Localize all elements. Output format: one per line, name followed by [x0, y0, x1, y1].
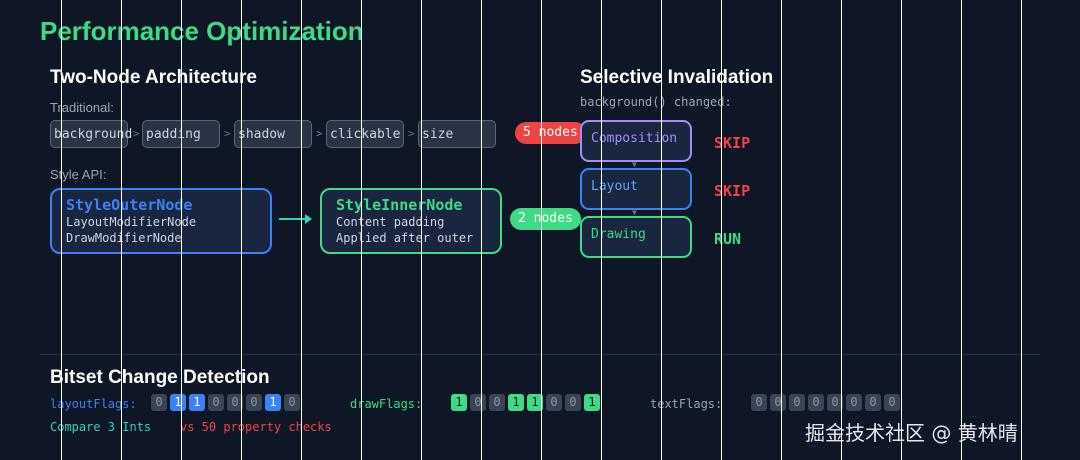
grid-line [301, 0, 302, 460]
arrow-icon: > [408, 127, 415, 140]
bitset-heading: Bitset Change Detection [50, 367, 270, 388]
layout-flags-bits: 01100010 [151, 394, 300, 411]
style-api-label: Style API: [50, 167, 107, 182]
down-arrow-icon: ▼ [632, 160, 637, 169]
arrow-icon: > [133, 127, 140, 140]
grid-line [121, 0, 122, 460]
invalidation-heading: Selective Invalidation [580, 67, 774, 88]
status-layout: SKIP [714, 182, 751, 200]
arrow-icon: > [316, 127, 323, 140]
bit-cell: 1 [170, 394, 186, 411]
bit-cell: 0 [770, 394, 786, 411]
arrow-right-icon [279, 214, 312, 224]
stage-drawing: Drawing [580, 216, 692, 258]
grid-line [541, 0, 542, 460]
chip-clickable: clickable [326, 120, 404, 148]
style-outer-node: StyleOuterNode LayoutModifierNode DrawMo… [50, 188, 272, 254]
stage-composition: Composition [580, 120, 692, 162]
text-flags-bits: 00000000 [751, 394, 900, 411]
grid-line [181, 0, 182, 460]
bit-cell: 0 [151, 394, 167, 411]
bit-cell: 0 [751, 394, 767, 411]
grid-line [841, 0, 842, 460]
bit-cell: 1 [508, 394, 524, 411]
bit-cell: 1 [189, 394, 205, 411]
draw-flags-bits: 10011001 [451, 394, 600, 411]
bit-cell: 0 [546, 394, 562, 411]
bit-cell: 0 [846, 394, 862, 411]
compare-text: Compare 3 Ints [50, 420, 152, 434]
grid-line [241, 0, 242, 460]
grid-line [661, 0, 662, 460]
divider [40, 354, 1040, 355]
bit-cell: 1 [451, 394, 467, 411]
status-composition: SKIP [714, 134, 751, 152]
invalidation-subtitle: background() changed: [580, 95, 732, 109]
stage-layout: Layout [580, 168, 692, 210]
bit-cell: 0 [884, 394, 900, 411]
chip-size: size [418, 120, 496, 148]
bit-cell: 0 [489, 394, 505, 411]
bit-cell: 0 [208, 394, 224, 411]
arrow-icon: > [224, 127, 231, 140]
vs-text: vs 50 property checks [180, 420, 332, 434]
bit-cell: 0 [808, 394, 824, 411]
down-arrow-icon: ▼ [632, 208, 637, 217]
outer-node-line: LayoutModifierNode [66, 215, 197, 229]
grid-line [901, 0, 902, 460]
bit-cell: 0 [789, 394, 805, 411]
grid-line [61, 0, 62, 460]
layout-flags-label: layoutFlags: [50, 397, 137, 411]
watermark: 掘金技术社区 @ 黄林晴 [805, 421, 1018, 445]
grid-line [601, 0, 602, 460]
bit-cell: 0 [246, 394, 262, 411]
grid-line [961, 0, 962, 460]
bit-cell: 1 [265, 394, 281, 411]
grid-line [1021, 0, 1022, 460]
badge-5-nodes: 5 nodes [515, 122, 586, 144]
outer-node-title: StyleOuterNode [66, 196, 193, 214]
outer-node-line: DrawModifierNode [66, 231, 182, 245]
grid-line [361, 0, 362, 460]
bit-cell: 0 [865, 394, 881, 411]
bit-cell: 0 [470, 394, 486, 411]
style-inner-node: StyleInnerNode Content padding Applied a… [320, 188, 502, 254]
architecture-heading: Two-Node Architecture [50, 67, 257, 88]
bit-cell: 0 [565, 394, 581, 411]
bit-cell: 0 [284, 394, 300, 411]
inner-node-line: Applied after outer [336, 231, 474, 245]
page-title: Performance Optimization [40, 16, 364, 46]
grid-line [481, 0, 482, 460]
bit-cell: 1 [584, 394, 600, 411]
inner-node-title: StyleInnerNode [336, 196, 463, 214]
badge-2-nodes: 2 nodes [510, 208, 581, 230]
inner-node-line: Content padding [336, 215, 445, 229]
grid-line [781, 0, 782, 460]
grid-line [421, 0, 422, 460]
traditional-label: Traditional: [50, 100, 114, 115]
status-drawing: RUN [714, 230, 742, 248]
grid-line [721, 0, 722, 460]
